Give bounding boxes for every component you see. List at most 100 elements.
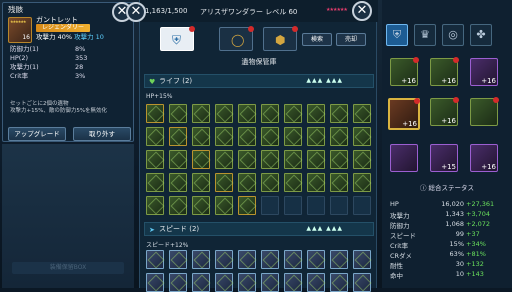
artifact-slot[interactable]: [169, 173, 188, 192]
artifact-slot[interactable]: [192, 196, 211, 215]
artifact-icon: [193, 105, 211, 123]
artifact-slot[interactable]: [238, 104, 257, 123]
artifact-slot[interactable]: [261, 127, 280, 146]
equip-boots[interactable]: [470, 97, 499, 126]
artifact-slot[interactable]: [146, 273, 165, 292]
artifact-slot[interactable]: [192, 173, 211, 192]
artifact-slot[interactable]: [307, 104, 326, 123]
artifact-slot[interactable]: [261, 250, 280, 269]
artifact-slot[interactable]: [192, 250, 211, 269]
artifact-slot[interactable]: [261, 150, 280, 169]
artifact-slot[interactable]: [307, 127, 326, 146]
equip-gloves[interactable]: +16: [388, 98, 420, 130]
artifact-icon: [262, 174, 280, 192]
tab-banner[interactable]: ⬢: [263, 26, 298, 51]
artifact-slot[interactable]: [330, 173, 349, 192]
artifact-slot[interactable]: [353, 104, 372, 123]
equip-chest[interactable]: +16: [430, 97, 459, 126]
artifact-slot[interactable]: [146, 173, 165, 192]
artifact-slot[interactable]: [353, 250, 372, 269]
sell-button[interactable]: 売却: [336, 33, 366, 46]
artifact-slot[interactable]: [169, 127, 188, 146]
tab-ring[interactable]: ◯: [219, 26, 254, 51]
artifact-slot[interactable]: [238, 127, 257, 146]
close-vault-button[interactable]: ✕: [352, 1, 372, 21]
artifact-slot[interactable]: [192, 150, 211, 169]
artifact-icon: [193, 251, 211, 269]
artifact-slot[interactable]: [353, 173, 372, 192]
artifact-slot[interactable]: [215, 250, 234, 269]
artifact-slot[interactable]: [330, 127, 349, 146]
artifact-slot[interactable]: [169, 273, 188, 292]
artifact-slot[interactable]: [238, 173, 257, 192]
artifact-slot[interactable]: [284, 173, 303, 192]
artifact-slot[interactable]: [307, 273, 326, 292]
artifact-slot[interactable]: [146, 127, 165, 146]
banner-icon: ⬢: [275, 33, 286, 47]
remove-button[interactable]: 取り外す: [73, 127, 131, 141]
upgrade-button[interactable]: アップグレード: [8, 127, 66, 141]
tab-skills[interactable]: ◎: [442, 24, 464, 46]
artifact-slot[interactable]: [146, 250, 165, 269]
artifact-slot[interactable]: [169, 250, 188, 269]
artifact-slot[interactable]: [353, 273, 372, 292]
artifact-slot[interactable]: [330, 150, 349, 169]
artifact-slot[interactable]: [330, 250, 349, 269]
artifact-slot[interactable]: [238, 150, 257, 169]
equip-amulet[interactable]: +15: [430, 144, 458, 172]
search-button[interactable]: 検索: [302, 33, 332, 46]
artifact-slot[interactable]: [192, 104, 211, 123]
artifact-icon: [216, 151, 234, 169]
artifact-slot[interactable]: [284, 150, 303, 169]
faded-hold-box[interactable]: 装備保留BOX: [12, 262, 124, 274]
artifact-icon: [193, 128, 211, 146]
tab-masteries[interactable]: ✤: [470, 24, 492, 46]
artifact-slot[interactable]: [284, 273, 303, 292]
artifact-slot[interactable]: [192, 273, 211, 292]
artifact-icon: [285, 251, 303, 269]
artifact-slot[interactable]: [307, 250, 326, 269]
artifact-slot[interactable]: [146, 150, 165, 169]
tab-armor[interactable]: ⛨: [160, 26, 195, 51]
artifact-slot[interactable]: [215, 104, 234, 123]
equip-helmet[interactable]: +16: [390, 57, 419, 86]
artifact-slot[interactable]: [353, 150, 372, 169]
artifact-icon: [308, 251, 326, 269]
artifact-slot[interactable]: [215, 127, 234, 146]
artifact-slot[interactable]: [261, 273, 280, 292]
artifact-slot[interactable]: [215, 150, 234, 169]
artifact-slot[interactable]: [284, 104, 303, 123]
section-life[interactable]: ♥ ライフ (2) ▲▲▲ ▲▲▲: [144, 74, 374, 88]
stat-value: 1,068: [445, 220, 464, 228]
artifact-slot[interactable]: [169, 196, 188, 215]
artifact-slot[interactable]: [215, 273, 234, 292]
artifact-slot[interactable]: [353, 127, 372, 146]
equip-banner[interactable]: +16: [470, 144, 498, 172]
equip-ring[interactable]: [390, 144, 418, 172]
artifact-slot[interactable]: [238, 273, 257, 292]
artifact-slot[interactable]: [307, 173, 326, 192]
equip-weapon[interactable]: +16: [430, 57, 459, 86]
gauntlet-icon: ★★★★★★ 16: [8, 17, 32, 43]
section-speed[interactable]: ➤ スピード (2) ▲▲▲ ▲▲▲: [144, 222, 374, 236]
tab-equipment[interactable]: ⛨: [386, 24, 408, 46]
equip-shield[interactable]: +16: [470, 58, 498, 86]
artifact-slot[interactable]: [215, 173, 234, 192]
artifact-slot[interactable]: [330, 273, 349, 292]
artifact-slot[interactable]: [169, 104, 188, 123]
artifact-slot[interactable]: [169, 150, 188, 169]
artifact-slot[interactable]: [284, 127, 303, 146]
artifact-slot[interactable]: [146, 196, 165, 215]
artifact-slot[interactable]: [307, 150, 326, 169]
tab-crown[interactable]: ♛: [414, 24, 436, 46]
artifact-slot[interactable]: [146, 104, 165, 123]
artifact-slot[interactable]: [215, 196, 234, 215]
artifact-slot[interactable]: [330, 104, 349, 123]
artifact-slot[interactable]: [261, 173, 280, 192]
artifact-slot[interactable]: [192, 127, 211, 146]
close-vault-left-button[interactable]: ✕: [126, 2, 146, 22]
artifact-slot[interactable]: [261, 104, 280, 123]
artifact-slot[interactable]: [238, 196, 257, 215]
artifact-slot[interactable]: [284, 250, 303, 269]
artifact-slot[interactable]: [238, 250, 257, 269]
